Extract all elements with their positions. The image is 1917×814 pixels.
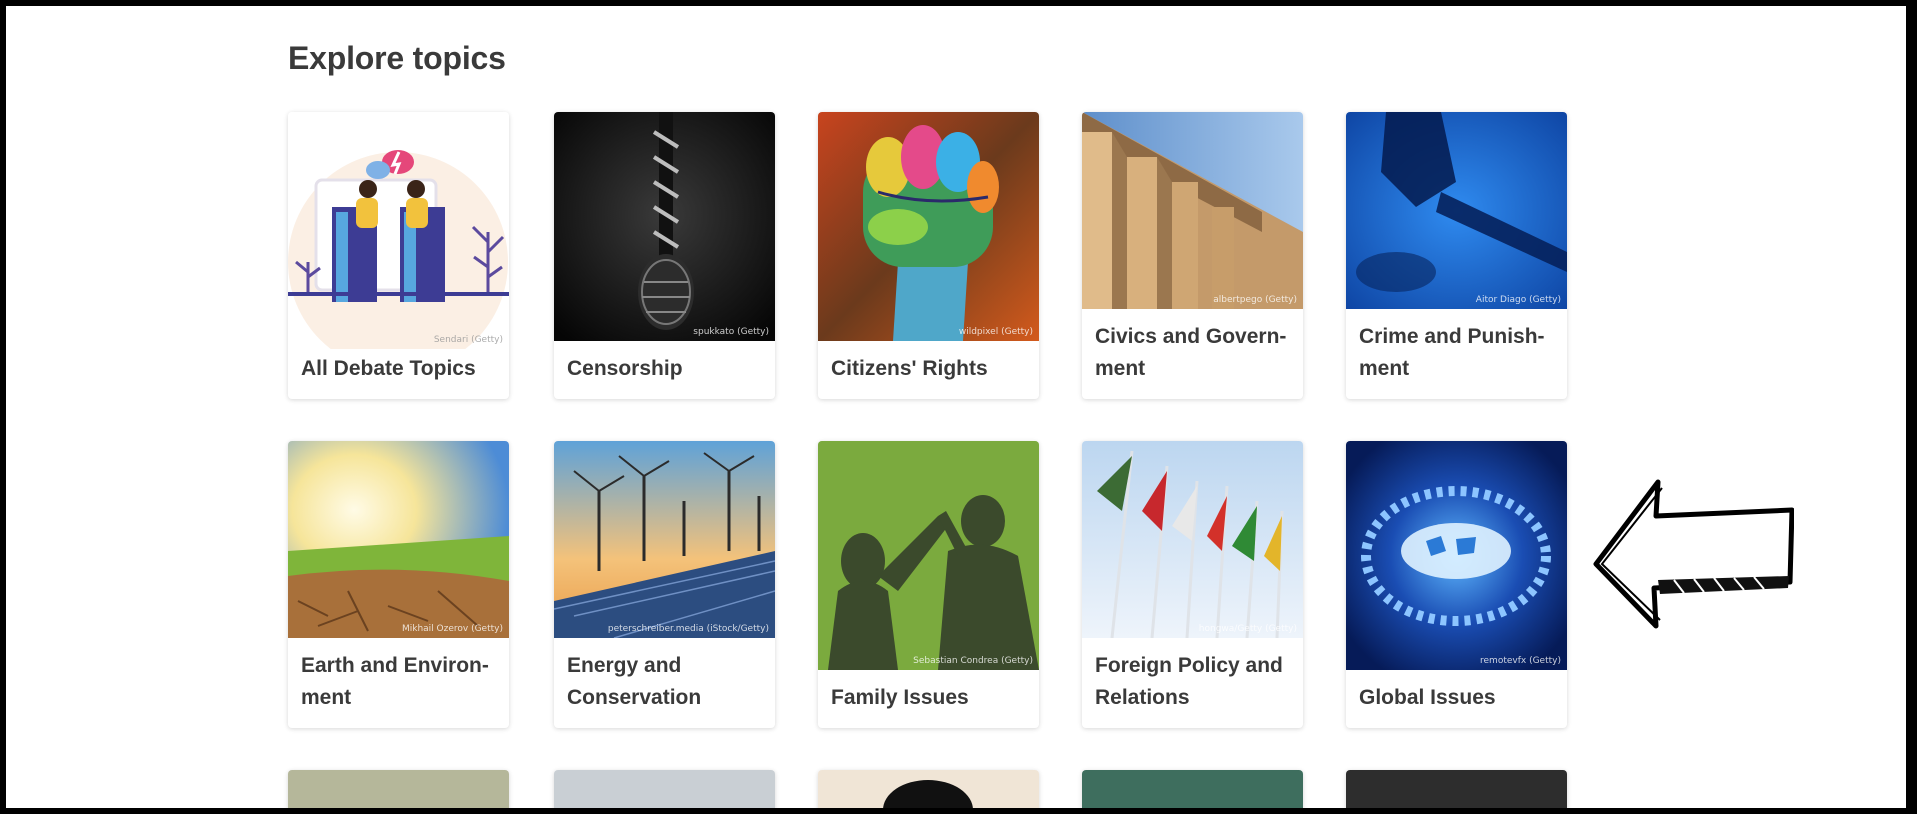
topic-label: Civics and Govern-ment [1095,325,1287,380]
earth-image: Mikhail Ozerov (Getty) [288,441,509,638]
civics-image: albertpego (Getty) [1082,112,1303,309]
image-credit: Sebastian Condrea (Getty) [913,656,1033,666]
topic-card-censorship[interactable]: spukkato (Getty) Censorship [554,112,775,399]
topic-card-row3-3[interactable] [818,770,1039,808]
debate-illustration: Sendari (Getty) [288,112,509,349]
page-title: Explore topics [288,40,506,76]
topic-card-row3-2[interactable] [554,770,775,808]
crime-image: Aitor Diago (Getty) [1346,112,1567,309]
topic-image [288,770,509,808]
topic-label: Citizens' Rights [831,357,988,380]
topic-card-foreign-policy-and-relations[interactable]: hongwa/Getty (Getty) Foreign Policy and … [1082,441,1303,728]
topic-image [818,770,1039,808]
topic-label: Foreign Policy and Relations [1095,654,1283,709]
topic-card-all-debate-topics[interactable]: Sendari (Getty) All Debate Topics [288,112,509,399]
image-credit: Aitor Diago (Getty) [1475,295,1561,305]
topic-card-row3-1[interactable] [288,770,509,808]
topic-image [1082,770,1303,808]
topic-label: Censorship [567,357,683,380]
page: Explore topics Sendari (Getty) All Debat… [6,6,1906,808]
family-image: Sebastian Condrea (Getty) [818,441,1039,670]
topic-label: Crime and Punish-ment [1359,325,1545,380]
topic-card-energy-and-conservation[interactable]: peterschreiber.media (iStock/Getty) Ener… [554,441,775,728]
topic-label: Global Issues [1359,686,1496,709]
topic-label: Energy and Conservation [567,654,702,709]
topic-label: Earth and Environ-ment [301,654,489,709]
image-credit: Mikhail Ozerov (Getty) [401,624,503,634]
energy-image: peterschreiber.media (iStock/Getty) [554,441,775,638]
topic-card-earth-and-environment[interactable]: Mikhail Ozerov (Getty) Earth and Environ… [288,441,509,728]
censorship-image: spukkato (Getty) [554,112,775,341]
topic-card-civics-and-government[interactable]: albertpego (Getty) Civics and Govern-men… [1082,112,1303,399]
topic-image [1346,770,1567,808]
topic-image [554,770,775,808]
topic-card-row3-5[interactable] [1346,770,1567,808]
topic-card-row3-4[interactable] [1082,770,1303,808]
citizens-rights-image: wildpixel (Getty) [818,112,1039,341]
image-credit: remotevfx (Getty) [1480,656,1561,666]
hand-drawn-arrow-icon [1593,479,1794,629]
global-issues-image: remotevfx (Getty) [1346,441,1567,670]
image-credit: spukkato (Getty) [693,327,769,337]
foreign-policy-image: hongwa/Getty (Getty) [1082,441,1303,638]
topic-card-global-issues[interactable]: remotevfx (Getty) Global Issues [1346,441,1567,728]
image-credit: peterschreiber.media (iStock/Getty) [607,624,769,634]
image-credit: wildpixel (Getty) [958,327,1033,337]
topic-card-citizens-rights[interactable]: wildpixel (Getty) Citizens' Rights [818,112,1039,399]
topic-card-family-issues[interactable]: Sebastian Condrea (Getty) Family Issues [818,441,1039,728]
topic-label: All Debate Topics [301,357,476,380]
topic-label: Family Issues [831,686,969,709]
image-credit: Sendari (Getty) [433,335,503,345]
topic-card-crime-and-punishment[interactable]: Aitor Diago (Getty) Crime and Punish-men… [1346,112,1567,399]
image-credit: hongwa/Getty (Getty) [1198,624,1297,634]
image-credit: albertpego (Getty) [1213,295,1297,305]
